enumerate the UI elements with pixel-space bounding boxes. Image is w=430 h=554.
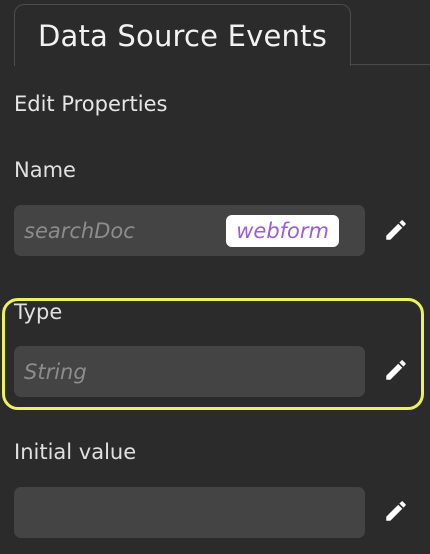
properties-panel: Data Source Events Edit Properties Name … (0, 0, 430, 554)
webform-badge: webform (226, 215, 339, 247)
initial-value-field[interactable] (14, 487, 365, 538)
initial-value-label: Initial value (14, 440, 137, 464)
pencil-icon (386, 501, 406, 521)
tab-strip: Data Source Events (0, 0, 430, 66)
name-field[interactable]: searchDoc webform (14, 205, 365, 256)
edit-name-button[interactable] (381, 215, 411, 245)
section-title: Edit Properties (14, 92, 168, 116)
tab-data-source-events[interactable]: Data Source Events (14, 4, 351, 66)
pencil-icon (386, 220, 406, 240)
type-field[interactable]: String (14, 346, 365, 397)
type-label: Type (14, 300, 63, 324)
tab-label: Data Source Events (37, 18, 328, 53)
name-label: Name (14, 158, 76, 182)
tab-divider (350, 64, 430, 65)
edit-type-button[interactable] (381, 355, 411, 385)
pencil-icon (386, 360, 406, 380)
type-value: String (24, 359, 87, 384)
name-value: searchDoc (24, 218, 135, 243)
edit-initial-value-button[interactable] (381, 496, 411, 526)
